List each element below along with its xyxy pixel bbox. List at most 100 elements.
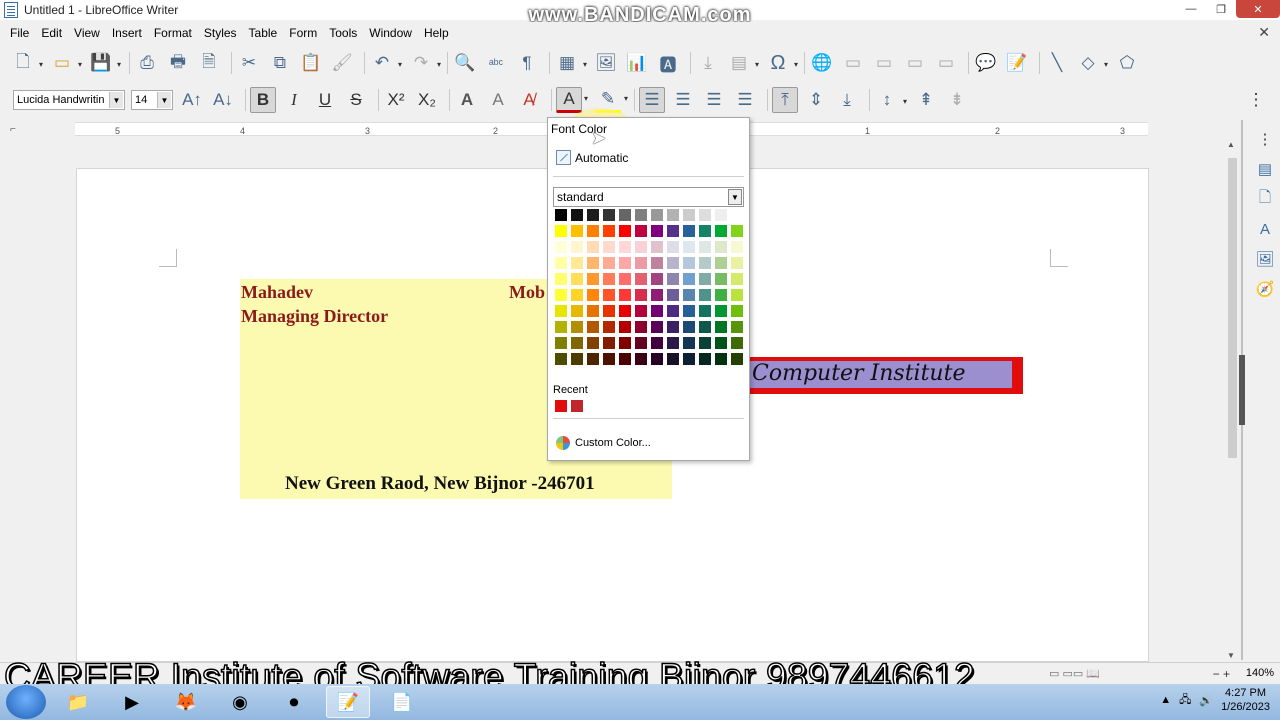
menu-help[interactable]: Help [418, 26, 455, 40]
italic-icon[interactable]: I [281, 87, 307, 113]
scroll-down-icon[interactable]: ▼ [1227, 651, 1235, 660]
color-swatch[interactable] [603, 321, 615, 333]
endnote-icon[interactable]: ▭ [871, 50, 897, 76]
palette-select[interactable]: standard ▼ [553, 187, 744, 207]
menu-view[interactable]: View [68, 26, 106, 40]
color-swatch[interactable] [667, 321, 679, 333]
color-swatch[interactable] [715, 289, 727, 301]
subscript-icon[interactable]: X₂ [414, 87, 440, 113]
institute-selected-text[interactable]: Computer Institute [750, 361, 1012, 388]
page-icon[interactable]: 🗋 [1254, 188, 1276, 210]
color-swatch[interactable] [651, 273, 663, 285]
color-swatch[interactable] [667, 289, 679, 301]
color-swatch[interactable] [715, 225, 727, 237]
color-swatch[interactable] [731, 209, 743, 221]
paste-icon[interactable]: 📋 [298, 50, 324, 76]
color-swatch[interactable] [699, 273, 711, 285]
export-pdf-icon[interactable]: ⎙ [134, 50, 160, 76]
menu-format[interactable]: Format [148, 26, 198, 40]
color-swatch[interactable] [635, 353, 647, 365]
insert-field-icon[interactable]: ▤ [726, 50, 759, 76]
color-swatch[interactable] [651, 289, 663, 301]
color-swatch[interactable] [555, 209, 567, 221]
chevron-down-icon[interactable]: ▼ [728, 189, 742, 205]
color-swatch[interactable] [571, 353, 583, 365]
show-draw-functions-icon[interactable]: ⬠ [1114, 50, 1140, 76]
font-color-icon[interactable]: A [556, 87, 588, 113]
clone-formatting-icon[interactable]: 🖌 [329, 50, 355, 76]
color-swatch[interactable] [619, 273, 631, 285]
color-swatch[interactable] [731, 337, 743, 349]
insert-line-icon[interactable]: ╲ [1044, 50, 1070, 76]
color-swatch[interactable] [683, 273, 695, 285]
color-swatch[interactable] [635, 305, 647, 317]
color-swatch[interactable] [587, 241, 599, 253]
gallery-icon[interactable]: 🖼 [1254, 248, 1276, 270]
insert-chart-icon[interactable]: 📊 [624, 50, 650, 76]
basic-shapes-icon[interactable]: ◇ [1075, 50, 1108, 76]
color-swatch[interactable] [555, 337, 567, 349]
color-swatch[interactable] [555, 225, 567, 237]
find-replace-icon[interactable]: 🔍 [452, 50, 478, 76]
outline-icon[interactable]: A [485, 87, 511, 113]
color-swatch[interactable] [603, 241, 615, 253]
color-swatch[interactable] [651, 321, 663, 333]
align-right-icon[interactable]: ☰ [701, 87, 727, 113]
properties-icon[interactable]: ▤ [1254, 158, 1276, 180]
align-center-icon[interactable]: ☰ [670, 87, 696, 113]
undo-icon[interactable]: ↶ [369, 50, 402, 76]
zoom-controls[interactable]: − + [1213, 667, 1230, 681]
color-swatch[interactable] [667, 257, 679, 269]
color-swatch[interactable] [571, 257, 583, 269]
color-swatch[interactable] [731, 257, 743, 269]
color-swatch[interactable] [555, 257, 567, 269]
color-swatch[interactable] [571, 289, 583, 301]
color-swatch[interactable] [683, 305, 695, 317]
color-swatch[interactable] [587, 289, 599, 301]
superscript-icon[interactable]: X² [383, 87, 409, 113]
writer-task-icon[interactable]: 📝 [326, 686, 370, 718]
color-swatch[interactable] [651, 305, 663, 317]
color-swatch[interactable] [667, 353, 679, 365]
redo-icon[interactable]: ↷ [408, 50, 441, 76]
color-swatch[interactable] [571, 305, 583, 317]
color-swatch[interactable] [555, 289, 567, 301]
align-bottom-icon[interactable]: ⤓ [834, 87, 860, 113]
color-swatch[interactable] [587, 257, 599, 269]
color-swatch[interactable] [683, 225, 695, 237]
color-swatch[interactable] [587, 321, 599, 333]
color-swatch[interactable] [699, 257, 711, 269]
decrease-paragraph-spacing-icon[interactable]: ⇟ [944, 87, 970, 113]
shadow-icon[interactable]: A [454, 87, 480, 113]
cut-icon[interactable]: ✂ [236, 50, 262, 76]
color-swatch[interactable] [571, 337, 583, 349]
bookmark-icon[interactable]: ▭ [902, 50, 928, 76]
color-swatch[interactable] [603, 289, 615, 301]
color-swatch[interactable] [731, 225, 743, 237]
color-swatch[interactable] [619, 241, 631, 253]
color-swatch[interactable] [699, 337, 711, 349]
color-swatch[interactable] [555, 321, 567, 333]
font-size-box[interactable]: 14 ▼ [131, 90, 173, 110]
writer-doc-task-icon[interactable]: 📄 [380, 686, 424, 718]
color-swatch[interactable] [731, 241, 743, 253]
color-swatch[interactable] [651, 225, 663, 237]
color-swatch[interactable] [651, 209, 663, 221]
color-swatch[interactable] [555, 353, 567, 365]
underline-icon[interactable]: U [312, 87, 338, 113]
color-swatch[interactable] [571, 225, 583, 237]
color-swatch[interactable] [683, 289, 695, 301]
vertical-scrollbar[interactable]: ▲ ▼ [1225, 138, 1240, 662]
color-swatch[interactable] [635, 257, 647, 269]
menu-form[interactable]: Form [283, 26, 323, 40]
special-character-icon[interactable]: Ω [765, 50, 798, 76]
color-swatch[interactable] [699, 321, 711, 333]
color-swatch[interactable] [603, 353, 615, 365]
formatting-marks-icon[interactable]: ¶ [514, 50, 540, 76]
color-swatch[interactable] [587, 337, 599, 349]
grow-font-icon[interactable]: A↑ [179, 87, 205, 113]
color-swatch[interactable] [667, 225, 679, 237]
menu-styles[interactable]: Styles [198, 26, 243, 40]
maximize-button[interactable]: ❐ [1206, 0, 1236, 18]
close-document-icon[interactable]: ✕ [1258, 24, 1270, 41]
